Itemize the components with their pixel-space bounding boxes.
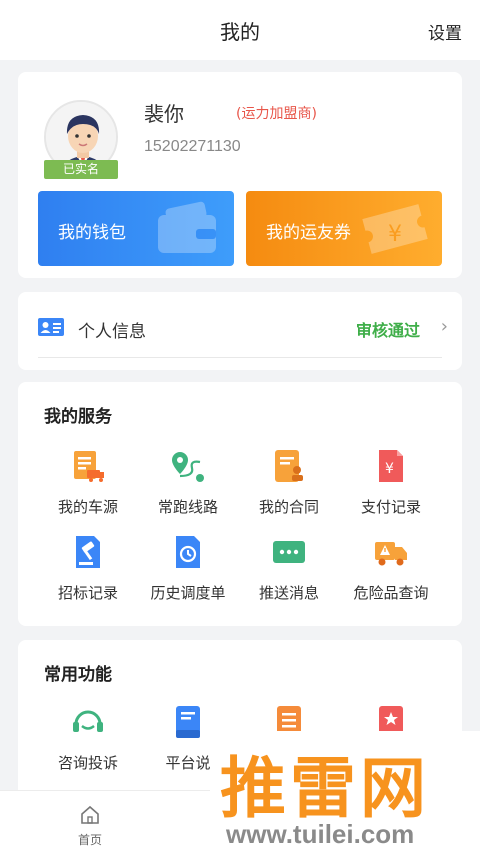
service-push-messages[interactable]: 推送消息 [239, 534, 339, 603]
service-my-contracts[interactable]: 我的合同 [239, 448, 339, 517]
route-pin-icon [172, 452, 204, 482]
user-phone: 15202271130 [144, 138, 241, 155]
approval-status: 审核通过 [355, 321, 420, 340]
service-history-dispatch[interactable]: 历史调度单 [138, 534, 238, 603]
service-label: 常跑线路 [157, 498, 218, 516]
service-bid-records[interactable]: 招标记录 [38, 534, 138, 603]
headset-icon [73, 710, 103, 732]
history-dispatch-icon [176, 536, 200, 568]
svg-text:¥: ¥ [385, 461, 394, 477]
watermark-url: www.tuilei.com [226, 819, 415, 849]
watermark: 推雷网 www.tuilei.com [210, 731, 480, 853]
hazmat-truck-icon [375, 542, 407, 566]
user-role: (运力加盟商) [236, 106, 317, 122]
page-title: 我的 [220, 20, 260, 44]
coupon-icon: ¥ [362, 204, 428, 254]
service-label: 我的合同 [258, 498, 319, 516]
payment-record-icon: ¥ [379, 450, 403, 482]
coupon-button[interactable]: 我的运友券 ¥ [246, 191, 442, 266]
service-payment-records[interactable]: ¥ 支付记录 [341, 448, 441, 517]
svg-text:¥: ¥ [388, 222, 402, 247]
coupon-label: 我的运友券 [266, 223, 351, 243]
id-card-icon [38, 318, 64, 336]
message-icon [273, 541, 305, 563]
service-label: 我的车源 [57, 498, 118, 516]
service-frequent-routes[interactable]: 常跑线路 [138, 448, 238, 517]
tab-home-label: 首页 [77, 833, 102, 847]
verified-badge: 已实名 [44, 160, 118, 179]
feature-consult-complaint[interactable]: 咨询投诉 [38, 704, 138, 773]
profile-card: 已实名 裴你 (运力加盟商) 15202271130 我的钱包 我的运友券 ¥ [18, 72, 462, 278]
truck-document-icon [74, 451, 104, 482]
wallet-label: 我的钱包 [58, 223, 126, 243]
section-title: 我的服务 [44, 407, 112, 427]
chevron-right-icon: › [440, 316, 448, 337]
wallet-button[interactable]: 我的钱包 [38, 191, 234, 266]
feature-label: 咨询投诉 [57, 754, 118, 772]
service-hazmat-query[interactable]: 危险品查询 [341, 534, 441, 603]
service-label: 历史调度单 [150, 584, 226, 602]
section-title: 常用功能 [44, 665, 112, 685]
divider [38, 357, 442, 358]
wallet-icon [158, 201, 216, 253]
settings-button[interactable]: 设置 [428, 19, 462, 44]
personal-info-row[interactable]: 个人信息 审核通过 › [18, 292, 462, 370]
user-name: 裴你 [144, 102, 184, 126]
service-label: 危险品查询 [353, 584, 429, 602]
book-icon [176, 706, 200, 738]
personal-info-label: 个人信息 [78, 322, 146, 342]
watermark-logo-text: 推雷网 [220, 750, 430, 827]
service-label: 招标记录 [57, 584, 118, 602]
service-label: 支付记录 [360, 498, 421, 516]
service-label: 推送消息 [258, 584, 319, 602]
top-bar: 我的 设置 [0, 0, 480, 60]
my-services-section: 我的服务 我的车源 常跑线路 我的合同 ¥ 支付记录 招标记录 历史调度单 推送… [18, 382, 462, 626]
bid-record-icon [76, 536, 100, 568]
service-my-vehicles[interactable]: 我的车源 [38, 448, 138, 517]
home-icon [81, 805, 99, 824]
contract-icon [275, 450, 303, 482]
tab-home[interactable]: 首页 [60, 805, 120, 848]
